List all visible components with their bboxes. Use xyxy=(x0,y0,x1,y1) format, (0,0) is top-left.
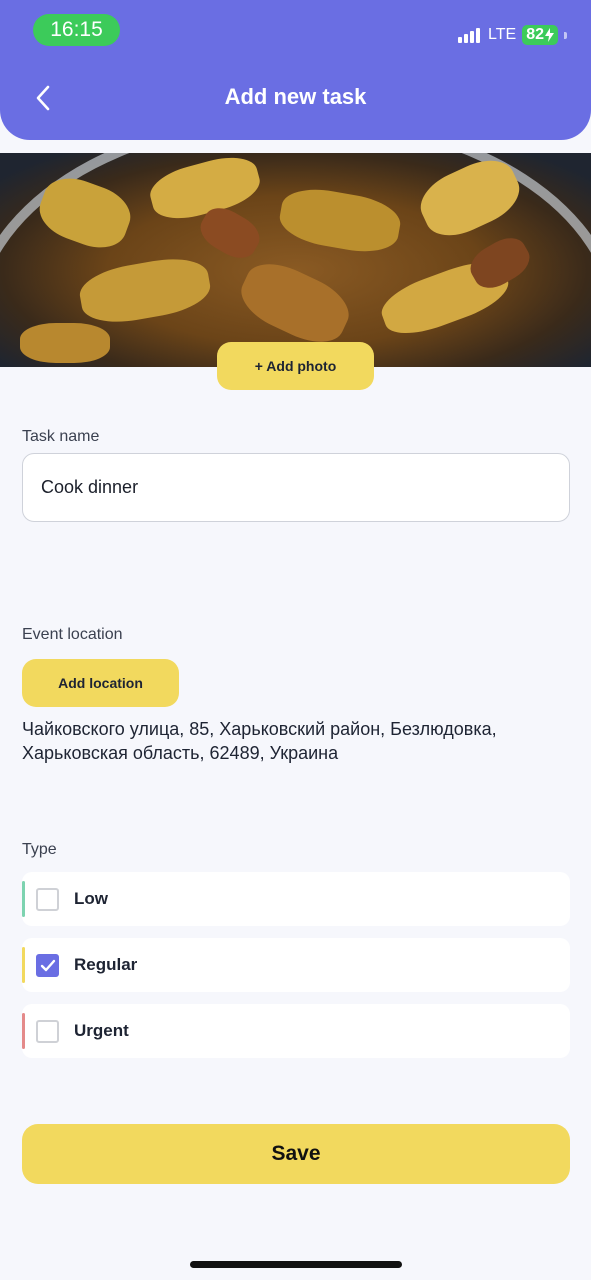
network-type: LTE xyxy=(488,26,517,43)
add-location-button[interactable]: Add location xyxy=(22,659,179,707)
add-photo-button[interactable]: + Add photo xyxy=(217,342,374,390)
task-name-label: Task name xyxy=(22,428,100,445)
signal-icon xyxy=(458,27,481,43)
type-option-label: Regular xyxy=(74,955,138,974)
type-option-regular[interactable]: Regular xyxy=(22,938,570,992)
checkmark-icon xyxy=(40,959,55,971)
battery-level: 82 xyxy=(526,26,544,43)
status-indicators: LTE 82 xyxy=(458,22,567,48)
type-option-label: Urgent xyxy=(74,1021,129,1040)
event-location-label: Event location xyxy=(22,626,123,643)
page-title: Add new task xyxy=(224,84,367,109)
app-header: 16:15 LTE 82 Add new task xyxy=(0,0,591,140)
type-option-low[interactable]: Low xyxy=(22,872,570,926)
type-option-urgent[interactable]: Urgent xyxy=(22,1004,570,1058)
regular-checkbox[interactable] xyxy=(36,953,59,977)
type-color-bar xyxy=(22,1013,25,1049)
save-button[interactable]: Save xyxy=(22,1124,570,1184)
battery-icon: 82 xyxy=(522,25,558,45)
task-photo xyxy=(0,153,591,367)
type-label: Type xyxy=(22,841,57,858)
battery-tip xyxy=(564,31,567,39)
type-option-label: Low xyxy=(74,889,108,908)
type-color-bar xyxy=(22,881,25,917)
urgent-checkbox[interactable] xyxy=(36,1019,59,1043)
low-checkbox[interactable] xyxy=(36,887,59,911)
home-indicator xyxy=(190,1261,402,1268)
location-address: Чайковского улица, 85, Харьковский район… xyxy=(22,719,497,763)
type-color-bar xyxy=(22,947,25,983)
status-time: 16:15 xyxy=(33,14,120,46)
task-name-input[interactable] xyxy=(22,453,570,522)
